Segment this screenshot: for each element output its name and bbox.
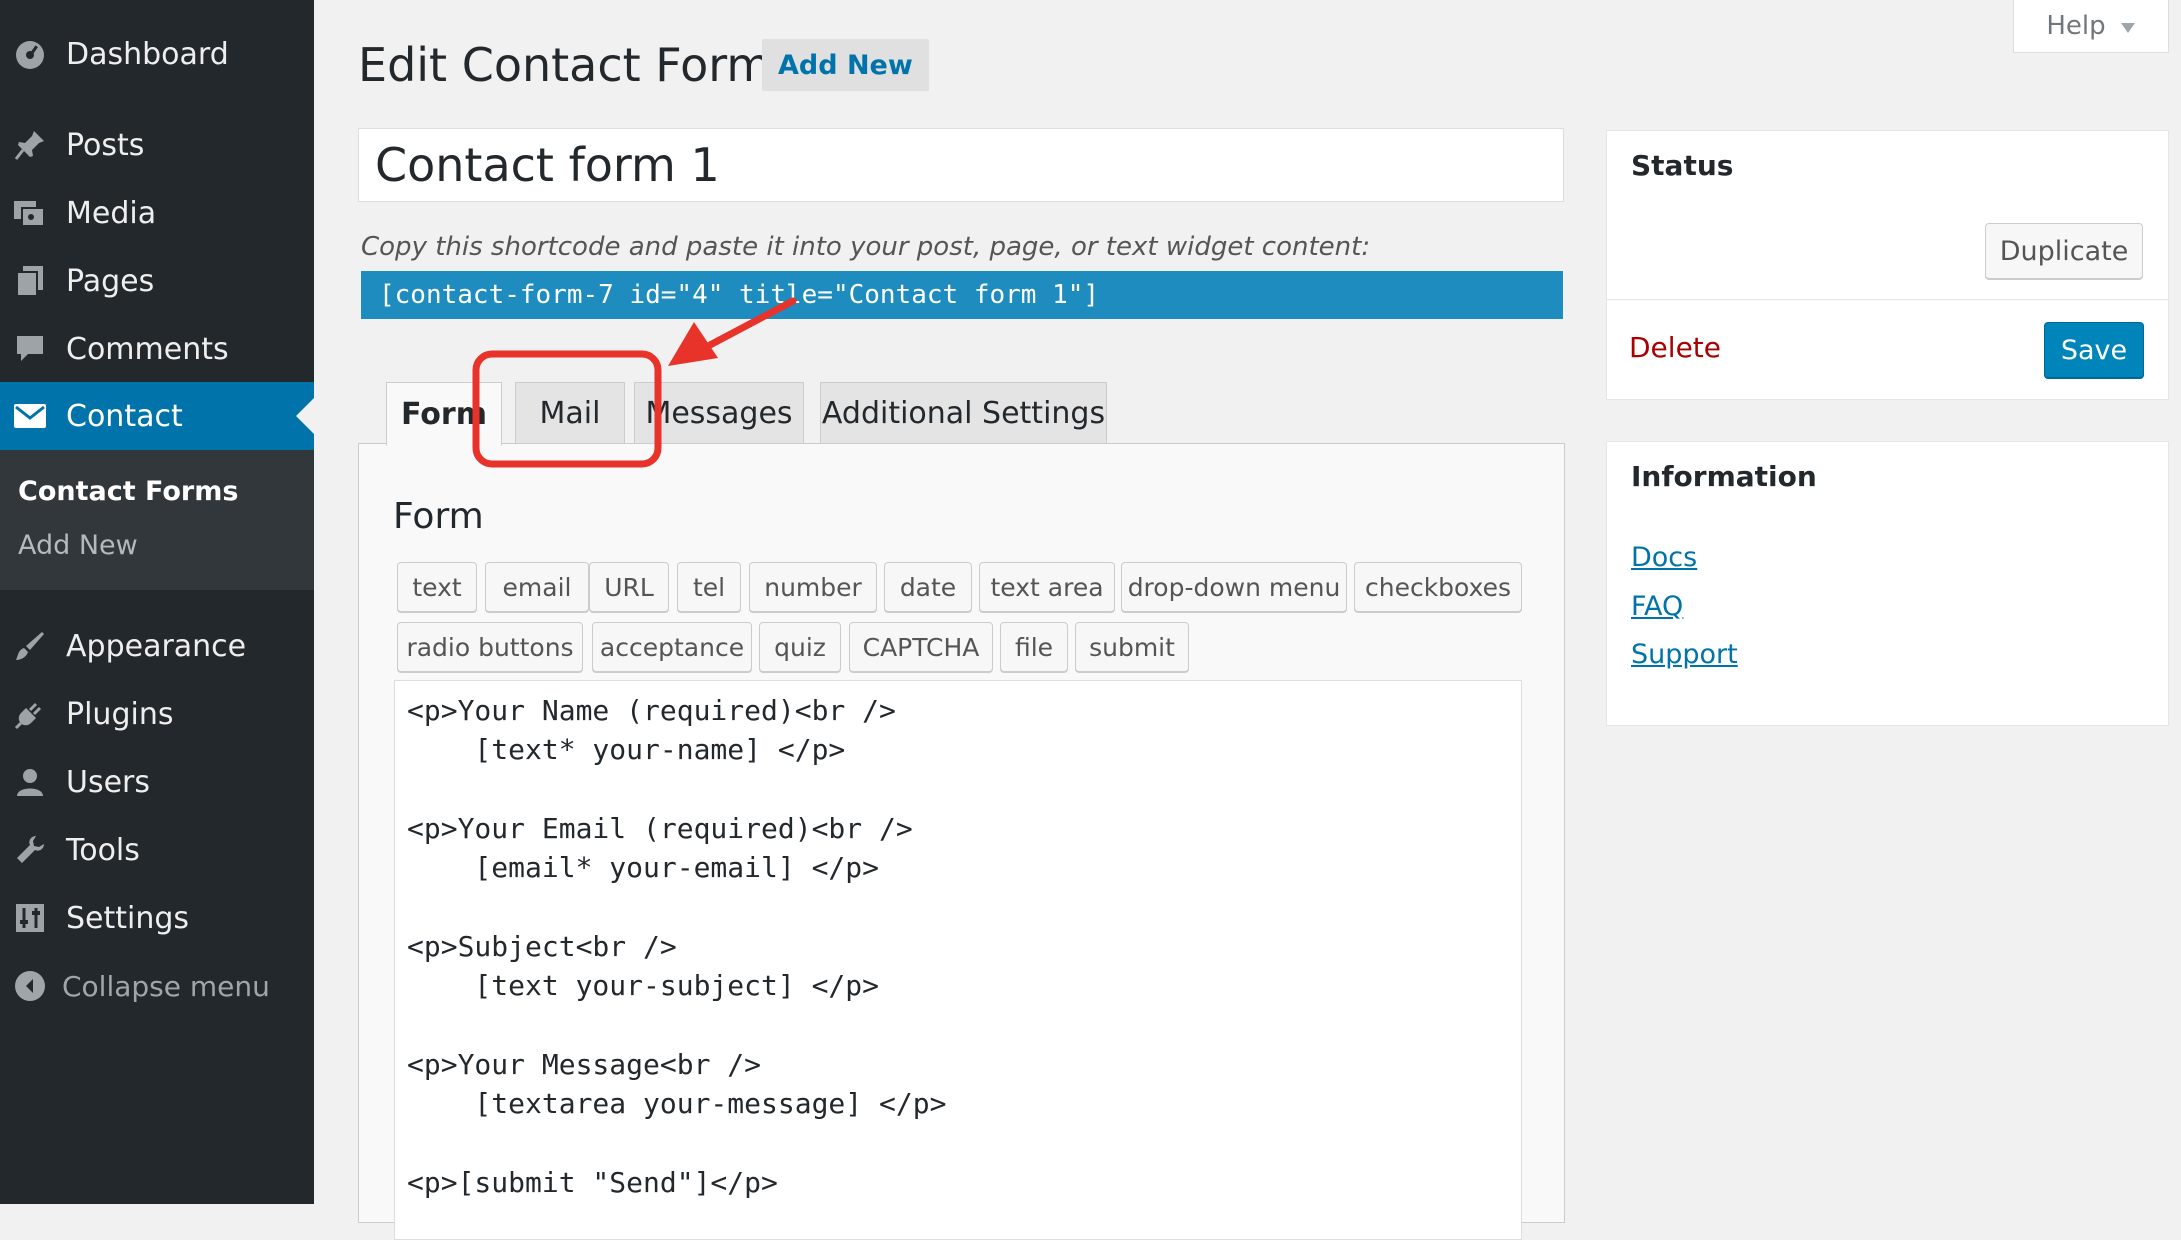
support-link[interactable]: Support [1631,639,1738,670]
information-box: Information Docs FAQ Support [1606,441,2169,726]
faq-link[interactable]: FAQ [1631,591,1683,622]
contact-submenu: Contact Forms Add New [0,450,314,590]
form-section-heading: Form [393,496,484,537]
arrow-head-icon [668,322,718,366]
menu-label: Comments [66,331,229,367]
collapse-label: Collapse menu [62,969,270,1003]
shortcode-instructions: Copy this shortcode and paste it into yo… [361,232,1371,262]
tag-button-url[interactable]: URL [589,562,669,612]
add-new-button[interactable]: Add New [762,39,929,91]
menu-label: Posts [66,127,145,163]
tab-mail[interactable]: Mail [515,382,625,444]
save-button[interactable]: Save [2044,322,2144,378]
menu-label: Contact [66,398,183,434]
menu-item-contact[interactable]: Contact [0,382,314,450]
menu-item-pages[interactable]: Pages [0,247,314,315]
menu-item-dashboard[interactable]: Dashboard [0,20,314,88]
status-box: Status Duplicate Delete Save [1606,130,2169,400]
menu-item-appearance[interactable]: Appearance [0,612,314,680]
help-label: Help [2046,11,2106,41]
tag-button-quiz[interactable]: quiz [759,622,841,672]
tag-button-text-area[interactable]: text area [979,562,1115,612]
menu-label: Plugins [66,696,174,732]
menu-item-users[interactable]: Users [0,748,314,816]
menu-item-tools[interactable]: Tools [0,816,314,884]
menu-item-posts[interactable]: Posts [0,111,314,179]
form-template-editor[interactable]: <p>Your Name (required)<br /> [text* you… [394,680,1522,1240]
pin-icon [12,127,48,163]
plug-icon [12,696,48,732]
form-tab-panel: Form text email URL tel number date text… [358,443,1565,1240]
settings-icon [12,900,48,936]
envelope-icon [12,398,48,434]
dashboard-icon [12,36,48,72]
tag-button-radio-buttons[interactable]: radio buttons [397,622,583,672]
brush-icon [12,628,48,664]
tab-form[interactable]: Form [386,382,502,446]
tag-button-captcha[interactable]: CAPTCHA [849,622,993,672]
tab-messages[interactable]: Messages [634,382,804,444]
duplicate-button[interactable]: Duplicate [1985,223,2143,279]
menu-item-media[interactable]: Media [0,179,314,247]
wrench-icon [12,832,48,868]
menu-item-plugins[interactable]: Plugins [0,680,314,748]
tag-button-acceptance[interactable]: acceptance [592,622,752,672]
help-tab[interactable]: Help [2013,0,2169,53]
caret-down-icon [2120,11,2136,41]
tag-button-date[interactable]: date [884,562,972,612]
collapse-arrow-icon [12,968,48,1004]
menu-item-settings[interactable]: Settings [0,884,314,952]
page-title: Edit Contact Form [358,38,772,92]
collapse-menu-button[interactable]: Collapse menu [0,952,314,1020]
tag-button-tel[interactable]: tel [677,562,741,612]
delete-link[interactable]: Delete [1629,331,1721,364]
tab-additional-settings[interactable]: Additional Settings [820,382,1107,444]
information-box-title: Information [1631,460,1817,493]
tag-button-drop-down-menu[interactable]: drop-down menu [1121,562,1347,612]
pages-icon [12,263,48,299]
tag-button-checkboxes[interactable]: checkboxes [1354,562,1522,612]
comment-icon [12,331,48,367]
menu-label: Pages [66,263,155,299]
status-box-title: Status [1631,149,1734,182]
tag-button-submit[interactable]: submit [1075,622,1189,672]
submenu-add-new[interactable]: Add New [18,530,138,561]
menu-label: Media [66,195,157,231]
shortcode-field[interactable]: [contact-form-7 id="4" title="Contact fo… [361,271,1563,319]
docs-link[interactable]: Docs [1631,542,1697,573]
tag-button-number[interactable]: number [749,562,877,612]
tag-button-text[interactable]: text [397,562,477,612]
media-icon [12,195,48,231]
menu-label: Tools [66,832,140,868]
admin-sidebar: Dashboard Posts Media Pages Comments Con… [0,0,314,1204]
menu-item-comments[interactable]: Comments [0,315,314,383]
tag-button-email[interactable]: email [485,562,589,612]
menu-label: Settings [66,900,190,936]
tag-button-file[interactable]: file [1000,622,1068,672]
menu-label: Appearance [66,628,247,664]
menu-label: Dashboard [66,36,229,72]
divider [1607,299,2168,300]
user-icon [12,764,48,800]
menu-label: Users [66,764,151,800]
form-title-input[interactable] [358,128,1564,202]
submenu-contact-forms[interactable]: Contact Forms [18,476,238,507]
